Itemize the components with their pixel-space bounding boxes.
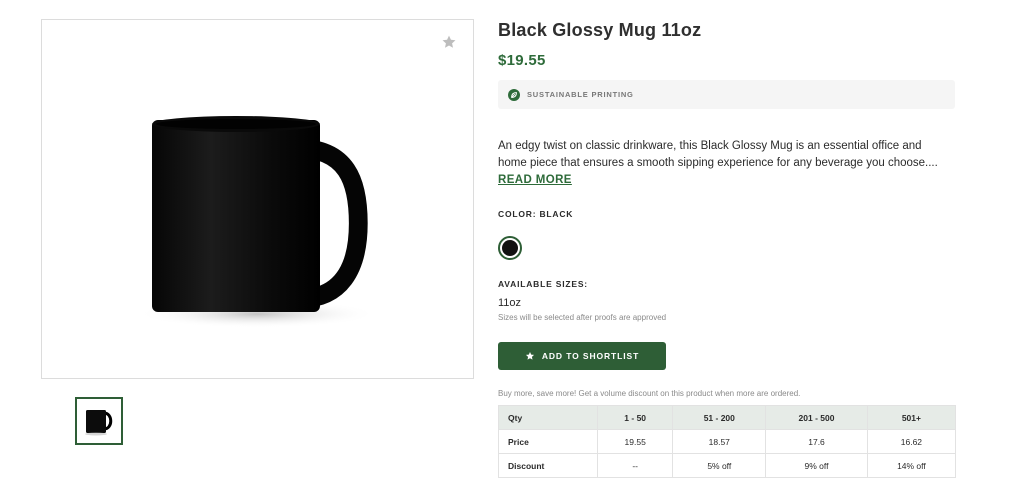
swatch-fill: [502, 240, 518, 256]
product-price: $19.55: [498, 52, 546, 69]
product-title: Black Glossy Mug 11oz: [498, 20, 702, 40]
product-image-container: [41, 19, 474, 379]
badge-label: SUSTAINABLE PRINTING: [527, 90, 634, 99]
volume-promo-text: Buy more, save more! Get a volume discou…: [498, 389, 801, 398]
shortlist-label: ADD TO SHORTLIST: [541, 351, 640, 361]
product-description: An edgy twist on classic drinkware, this…: [498, 138, 958, 172]
table-header: 501+: [866, 405, 957, 430]
table-cell: 19.55: [596, 429, 674, 454]
table-cell: 9% off: [765, 453, 868, 478]
table-cell: Discount: [498, 453, 598, 478]
black-mug-thumbnail[interactable]: [75, 397, 123, 445]
table-cell: 5% off: [672, 453, 767, 478]
leaf-icon: [508, 88, 520, 101]
description-line: home piece that ensures a smooth sipping…: [498, 157, 938, 169]
table-cell: 16.62: [866, 429, 957, 454]
star-icon: [442, 35, 456, 48]
favorite-button[interactable]: [439, 32, 459, 52]
table-cell: 14% off: [866, 453, 957, 478]
black-mug-image: [137, 102, 392, 332]
description-line: An edgy twist on classic drinkware, this…: [498, 140, 922, 152]
table-cell: 18.57: [672, 429, 767, 454]
sizes-label: AVAILABLE SIZES:: [498, 279, 588, 289]
volume-discount-table: Qty 1 - 50 51 - 200 201 - 500 501+ Price…: [498, 405, 957, 478]
table-cell: --: [596, 453, 674, 478]
size-value: 11oz: [498, 297, 522, 309]
table-header-row: Qty 1 - 50 51 - 200 201 - 500 501+: [498, 405, 957, 430]
table-header: 201 - 500: [765, 405, 868, 430]
read-more-link[interactable]: READ MORE: [498, 174, 572, 186]
table-header: 1 - 50: [596, 405, 674, 430]
table-header: 51 - 200: [672, 405, 767, 430]
add-to-shortlist-button[interactable]: ADD TO SHORTLIST: [498, 342, 666, 370]
table-cell: 17.6: [765, 429, 868, 454]
color-label: COLOR: BLACK: [498, 209, 574, 219]
table-row: Price 19.55 18.57 17.6 16.62: [498, 429, 957, 454]
mug-thumb-icon: [85, 410, 113, 436]
star-icon: [525, 351, 535, 361]
table-header: Qty: [498, 405, 598, 430]
color-swatch-black[interactable]: [498, 236, 522, 260]
size-note: Sizes will be selected after proofs are …: [498, 313, 667, 322]
table-row: Discount -- 5% off 9% off 14% off: [498, 453, 957, 478]
sustainable-badge: SUSTAINABLE PRINTING: [498, 80, 955, 109]
table-cell: Price: [498, 429, 598, 454]
